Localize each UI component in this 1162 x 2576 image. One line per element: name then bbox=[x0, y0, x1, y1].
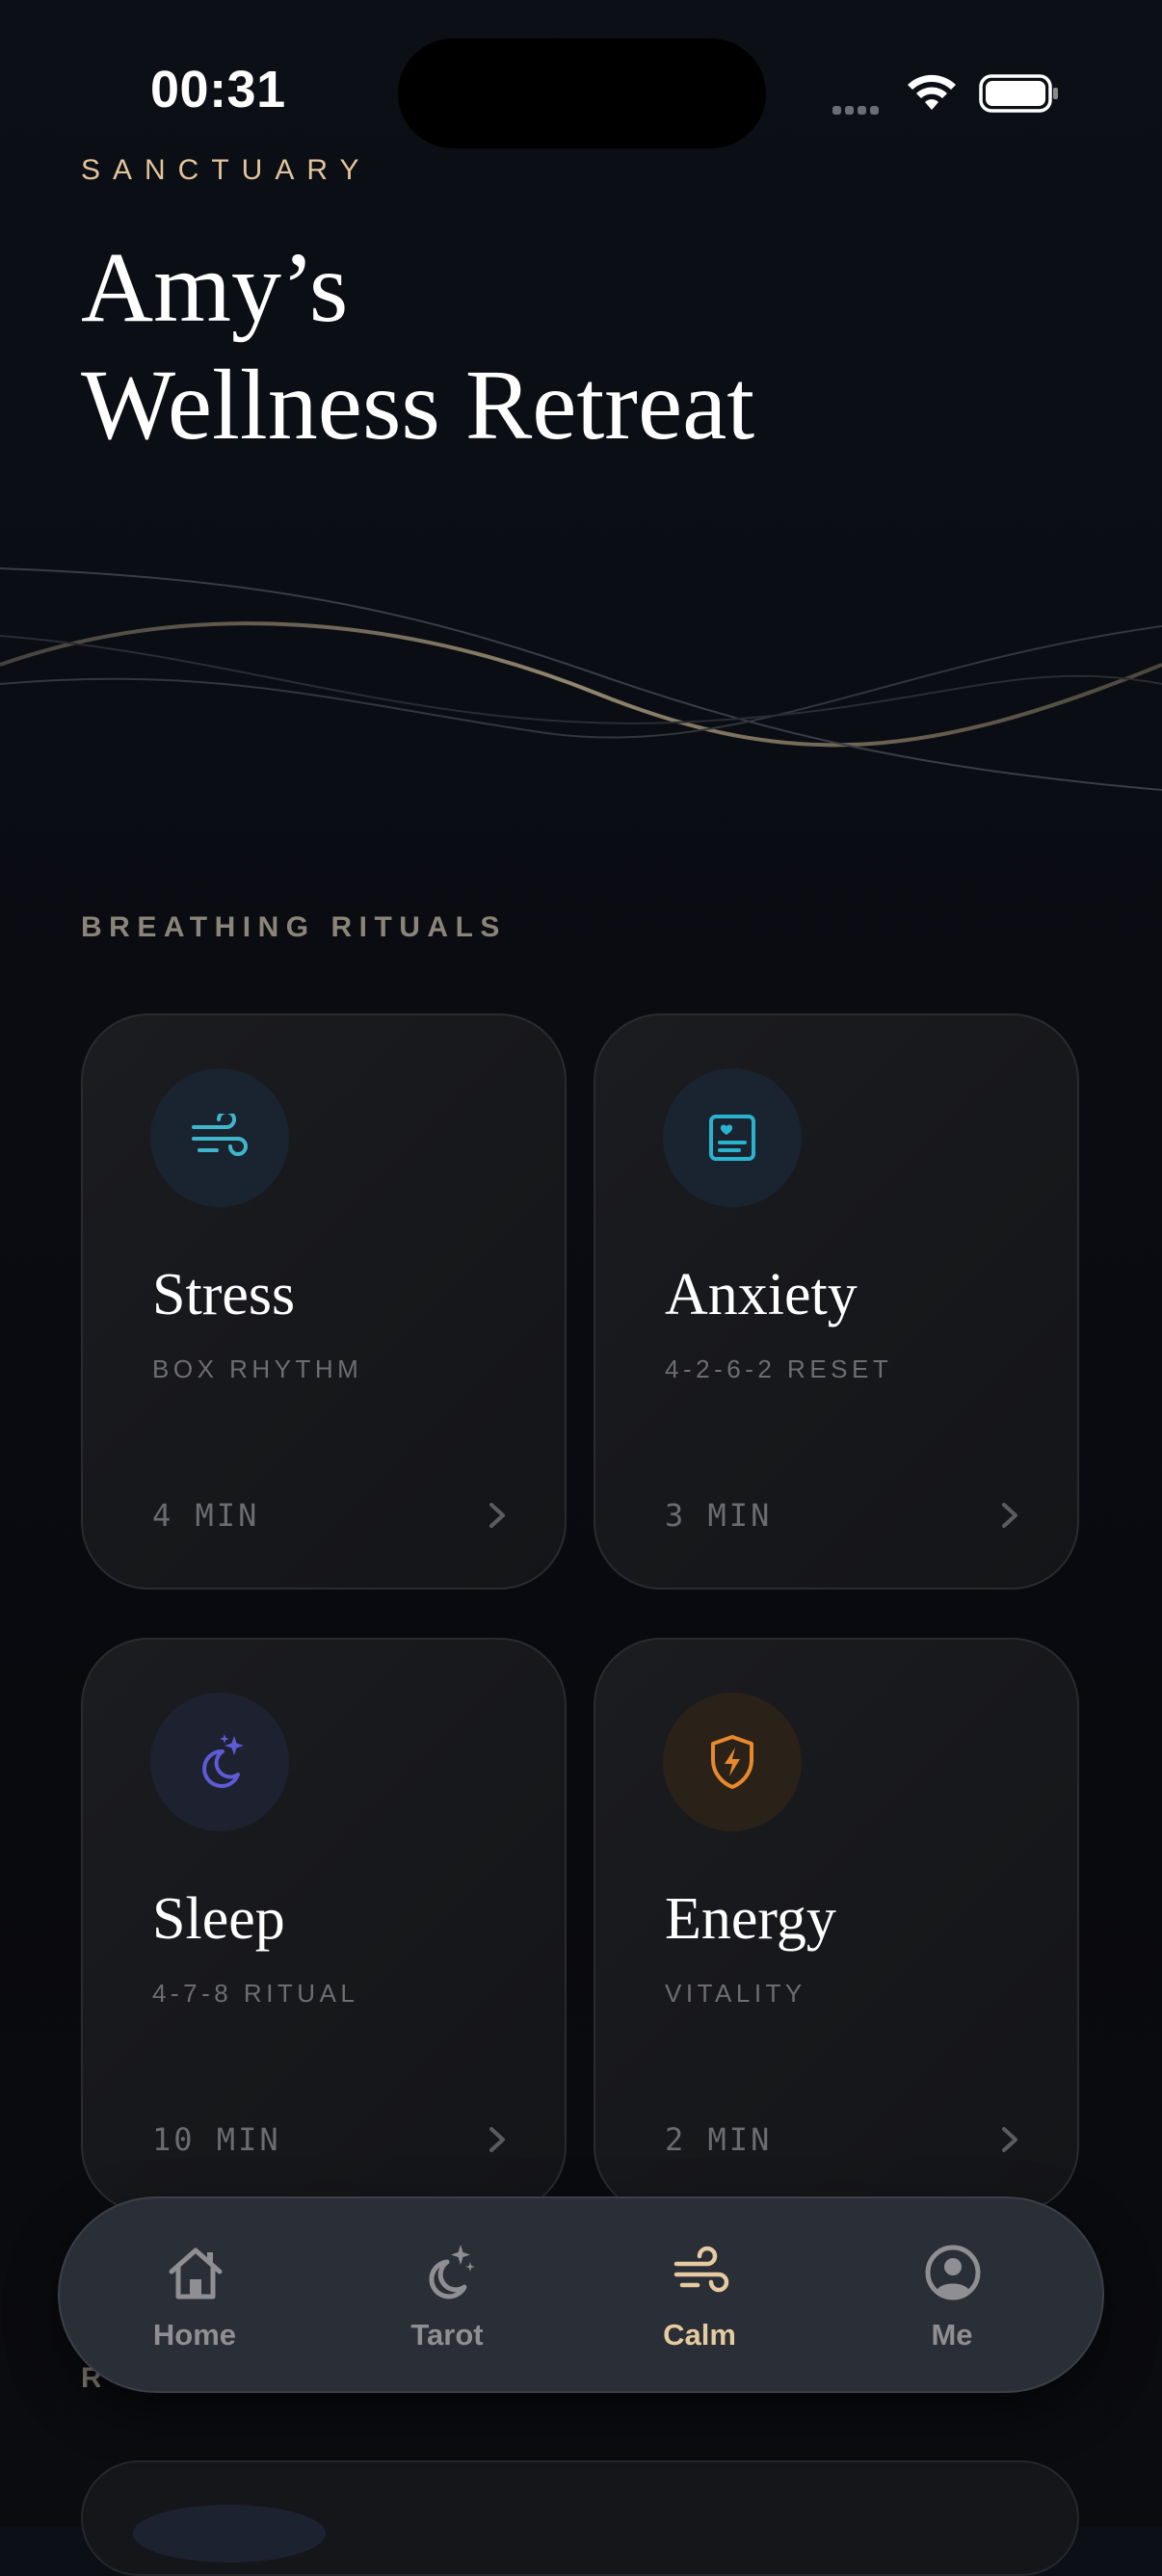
tab-calm[interactable]: Calm bbox=[594, 2198, 805, 2391]
ritual-duration: 10 MIN bbox=[152, 2121, 281, 2158]
home-icon bbox=[169, 2247, 223, 2300]
status-time: 00:31 bbox=[150, 61, 286, 118]
moon-sparkle-icon bbox=[429, 2245, 475, 2300]
chevron-right-icon bbox=[1002, 1503, 1017, 1528]
wind-icon bbox=[673, 2246, 729, 2293]
tab-label: Home bbox=[152, 2318, 237, 2352]
ritual-subtitle: VITALITY bbox=[665, 1979, 806, 2008]
tab-home[interactable]: Home bbox=[89, 2198, 301, 2391]
dynamic-island bbox=[398, 39, 766, 148]
ritual-duration: 3 MIN bbox=[665, 1497, 773, 1534]
page-title: Amy’s Wellness Retreat bbox=[81, 229, 1044, 464]
ritual-card-sleep[interactable]: Sleep 4-7-8 RITUAL 10 MIN bbox=[81, 1638, 567, 2214]
ritual-duration: 4 MIN bbox=[152, 1497, 260, 1534]
chevron-right-icon bbox=[489, 1503, 505, 1528]
wifi-icon bbox=[908, 74, 956, 110]
eyebrow-label: SANCTUARY bbox=[81, 154, 372, 186]
ritual-card-anxiety[interactable]: Anxiety 4-2-6-2 RESET 3 MIN bbox=[594, 1013, 1079, 1590]
moon-stars-icon bbox=[150, 1693, 289, 1831]
ritual-duration: 2 MIN bbox=[665, 2121, 773, 2158]
wind-icon bbox=[150, 1068, 289, 1207]
ritual-title: Sleep bbox=[152, 1886, 285, 1952]
shield-bolt-icon bbox=[663, 1693, 802, 1831]
ritual-subtitle: 4-7-8 RITUAL bbox=[152, 1979, 359, 2008]
tab-bar: Home Tarot Calm Me bbox=[58, 2196, 1104, 2393]
ritual-title: Stress bbox=[152, 1262, 296, 1327]
cellular-signal-icon bbox=[832, 100, 888, 115]
decorative-waves bbox=[0, 567, 1162, 791]
page-title-line-1: Amy’s bbox=[81, 232, 349, 343]
page-title-line-2: Wellness Retreat bbox=[81, 350, 755, 460]
ritual-title: Anxiety bbox=[665, 1262, 858, 1327]
chevron-right-icon bbox=[1002, 2127, 1017, 2152]
chevron-right-icon bbox=[489, 2127, 505, 2152]
next-card-icon bbox=[133, 2505, 326, 2563]
tab-tarot[interactable]: Tarot bbox=[341, 2198, 553, 2391]
tab-label: Me bbox=[931, 2318, 973, 2352]
heart-note-icon bbox=[663, 1068, 802, 1207]
ritual-title: Energy bbox=[665, 1886, 836, 1952]
section-label: BREATHING RITUALS bbox=[81, 911, 507, 943]
tab-label: Calm bbox=[663, 2318, 736, 2352]
tab-me[interactable]: Me bbox=[846, 2198, 1058, 2391]
ritual-subtitle: BOX RHYTHM bbox=[152, 1354, 363, 1383]
ritual-card-stress[interactable]: Stress BOX RHYTHM 4 MIN bbox=[81, 1013, 567, 1590]
ritual-card-energy[interactable]: Energy VITALITY 2 MIN bbox=[594, 1638, 1079, 2214]
ritual-subtitle: 4-2-6-2 RESET bbox=[665, 1354, 893, 1383]
battery-icon bbox=[979, 74, 1058, 113]
profile-icon bbox=[925, 2245, 981, 2300]
tab-label: Tarot bbox=[410, 2318, 484, 2352]
